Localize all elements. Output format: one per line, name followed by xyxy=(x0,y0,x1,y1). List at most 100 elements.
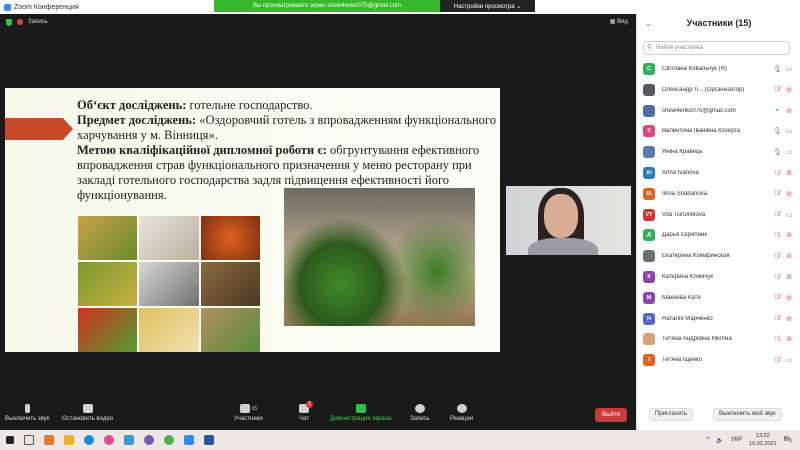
panel-title: Участники (15) xyxy=(686,18,752,28)
microphone-icon[interactable]: 🎙 xyxy=(773,65,782,73)
participant-row[interactable]: VT Vita Tsirulnikova 🎙̸ ▭ xyxy=(643,207,793,223)
paint-icon[interactable] xyxy=(104,435,114,445)
participant-video[interactable] xyxy=(506,186,631,255)
clock[interactable]: 13:22 16.02.2021 xyxy=(749,432,777,448)
participant-row[interactable]: К Катерина Климчук 🎙̸ ⊘ xyxy=(643,269,793,285)
screen-share-icon: ▪ xyxy=(775,107,779,115)
participant-row[interactable]: М Макеева Катя 🎙̸ ⊘ xyxy=(643,290,793,306)
view-settings-button[interactable]: Настройки просмотра ⌄ xyxy=(440,0,535,12)
participant-name: Тетяна Андріївна Нікітіна xyxy=(662,336,732,343)
participant-row[interactable]: shew4enko075@gmail.com ▪ ⊘ xyxy=(643,103,793,119)
participant-name: Екатерина Комаринская xyxy=(662,253,730,260)
security-shield-icon[interactable] xyxy=(6,18,12,26)
participant-name: shew4enko075@gmail.com xyxy=(662,107,736,114)
share-screen-button[interactable]: Демонстрация экрана xyxy=(330,404,391,422)
mic-muted-icon[interactable]: 🎙̸ xyxy=(773,357,781,364)
invite-button[interactable]: Пригласить xyxy=(649,408,694,421)
mic-muted-icon[interactable]: 🎙̸ xyxy=(773,336,781,343)
camera-off-icon[interactable]: ⊘ xyxy=(785,252,793,260)
tray-chevron-icon[interactable]: ^ xyxy=(706,437,709,443)
mute-me-button[interactable]: Выключить мой звук xyxy=(713,408,782,421)
notifications-icon[interactable]: ▤5 xyxy=(784,435,792,444)
mic-muted-icon[interactable]: 🎙̸ xyxy=(773,274,781,281)
mic-muted-icon[interactable]: 🎙̸ xyxy=(773,170,781,177)
mic-muted-icon[interactable]: 🎙̸ xyxy=(773,294,781,301)
recording-label: Запись xyxy=(28,19,48,25)
participant-row[interactable]: Н Наталія Марченко 🎙̸ ⊘ xyxy=(643,311,793,327)
mic-muted-icon[interactable]: 🎙̸ xyxy=(773,253,781,260)
video-person-face xyxy=(544,194,578,238)
participant-row[interactable]: IS Ilona Shabanova 🎙̸ ⊘ xyxy=(643,186,793,202)
mic-muted-icon[interactable]: 🎙̸ xyxy=(773,211,781,218)
mic-muted-icon[interactable]: 🎙̸ xyxy=(773,190,781,197)
app-icon-2[interactable] xyxy=(124,435,134,445)
word-icon[interactable] xyxy=(204,435,214,445)
participant-row[interactable]: Олександр Л... (Организатор) 🎙̸ ⊘ xyxy=(643,82,793,98)
camera-off-icon[interactable]: ⊘ xyxy=(785,169,793,177)
chat-label: Чат xyxy=(299,416,309,422)
camera-off-icon[interactable]: ⊘ xyxy=(785,335,793,343)
participant-search-input[interactable]: Найти участника xyxy=(643,41,790,55)
volume-icon[interactable]: 🔈 xyxy=(716,437,723,444)
record-button[interactable]: Запись xyxy=(410,404,430,422)
zoom-logo-icon xyxy=(4,3,11,11)
view-button[interactable]: ▦ Вид xyxy=(610,18,628,25)
browser-icon[interactable] xyxy=(144,435,154,445)
food-photo-collage xyxy=(78,216,260,352)
camera-icon[interactable]: ▭ xyxy=(785,127,793,135)
avatar: AI xyxy=(643,167,655,179)
start-icon[interactable] xyxy=(6,436,14,444)
record-label: Запись xyxy=(410,416,430,422)
participants-panel: ⌄ Участники (15) Найти участника ССвітла… xyxy=(636,14,800,430)
shared-slide: Об‘єкт досліджень: готельне господарство… xyxy=(5,88,500,352)
participant-row[interactable]: Екатерина Комаринская 🎙̸ ⊘ xyxy=(643,248,793,264)
camera-off-icon[interactable]: ⊘ xyxy=(785,86,793,94)
camera-off-icon[interactable]: ⊘ xyxy=(785,107,793,115)
camera-off-icon[interactable]: ⊘ xyxy=(785,273,793,281)
camera-icon[interactable]: ▭ xyxy=(785,65,793,73)
mic-muted-icon[interactable]: 🎙̸ xyxy=(773,232,781,239)
edge-icon[interactable] xyxy=(84,435,94,445)
chat-button[interactable]: 1 Чат xyxy=(299,401,313,422)
mute-button[interactable]: Выключить звук xyxy=(5,404,49,422)
participant-row[interactable]: С Світлана Ковальчук (Я) 🎙 ▭ xyxy=(643,61,793,77)
avatar xyxy=(643,250,655,263)
mute-label: Выключить звук xyxy=(5,416,50,422)
reactions-button[interactable]: Реакции xyxy=(450,404,473,422)
stop-video-button[interactable]: Остановить видео xyxy=(62,404,113,422)
camera-off-icon[interactable]: ⊘ xyxy=(785,315,793,323)
participant-row[interactable]: Х Валентина Іванівна Кохерга 🎙 ▭ xyxy=(643,123,793,139)
camera-icon[interactable]: ▭ xyxy=(785,356,793,364)
participants-button[interactable]: 15 Участники xyxy=(234,404,263,422)
avatar xyxy=(643,104,655,117)
participant-name: Дарья Скрипник xyxy=(662,232,707,239)
participant-row[interactable]: Тетяна Андріївна Нікітіна 🎙̸ ⊘ xyxy=(643,331,793,347)
app-icon[interactable] xyxy=(44,435,54,445)
mic-muted-icon[interactable]: 🎙̸ xyxy=(773,86,781,93)
file-explorer-icon[interactable] xyxy=(64,435,74,445)
camera-icon[interactable]: ▭ xyxy=(785,148,793,156)
healthy-food-photo xyxy=(284,188,475,326)
camera-off-icon[interactable]: ⊘ xyxy=(785,231,793,239)
avatar: С xyxy=(643,63,655,75)
task-view-icon[interactable] xyxy=(24,435,34,445)
camera-off-icon[interactable]: ⊘ xyxy=(785,294,793,302)
participant-row[interactable]: Т Тетяна Іщенко 🎙̸ ▭ xyxy=(643,352,793,368)
recording-icon xyxy=(17,19,23,25)
share-label: Демонстрация экрана xyxy=(330,416,392,422)
chrome-icon[interactable] xyxy=(164,435,174,445)
zoom-taskbar-icon[interactable] xyxy=(184,435,194,445)
avatar: М xyxy=(643,291,655,304)
camera-off-icon[interactable]: ⊘ xyxy=(785,190,793,198)
participant-row[interactable]: Яніна Кравець 🎙 ▭ xyxy=(643,144,793,160)
microphone-icon[interactable]: 🎙 xyxy=(773,148,782,156)
mic-muted-icon[interactable]: 🎙̸ xyxy=(773,315,781,322)
language-indicator[interactable]: УКР xyxy=(731,437,742,443)
camera-icon[interactable]: ▭ xyxy=(785,211,793,219)
microphone-icon[interactable]: 🎙 xyxy=(773,127,782,135)
leave-button[interactable]: Выйти xyxy=(595,408,627,422)
participant-row[interactable]: AI Anna Ivanova 🎙̸ ⊘ xyxy=(643,165,793,181)
participant-row[interactable]: Д Дарья Скрипник 🎙̸ ⊘ xyxy=(643,227,793,243)
avatar: Н xyxy=(643,312,655,325)
avatar: Д xyxy=(643,229,655,242)
